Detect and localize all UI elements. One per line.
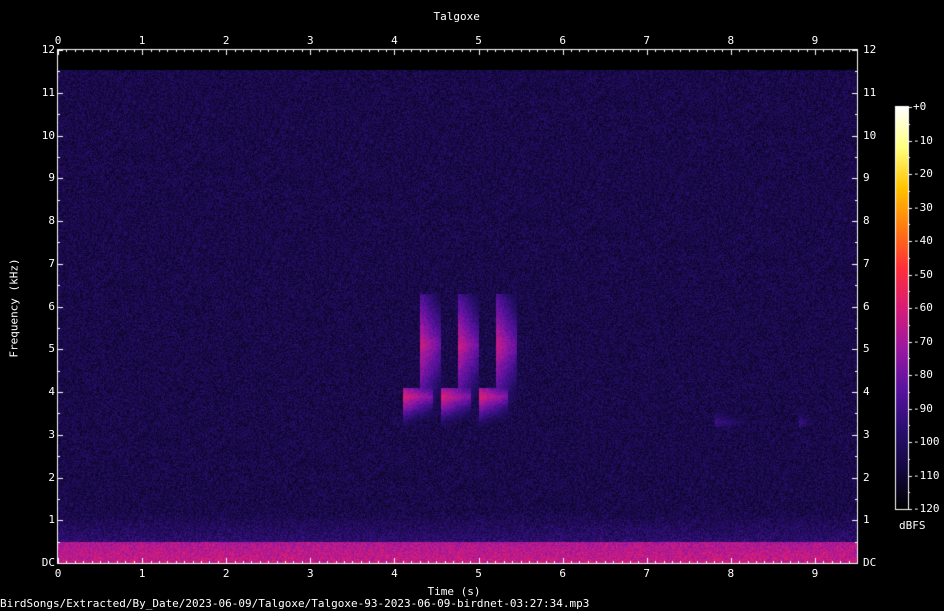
y-tick-label-left: 2 — [48, 470, 56, 484]
file-path: BirdSongs/Extracted/By_Date/2023-06-09/T… — [0, 597, 590, 610]
chart-title: Talgoxe — [433, 10, 480, 23]
y-tick-label-left: 1 — [48, 513, 56, 527]
y-tick-label-right: 10 — [863, 128, 877, 142]
y-tick-label-right: 12 — [863, 43, 877, 56]
colorbar-label: dBFS — [899, 519, 926, 532]
y-tick-label-left: 11 — [41, 85, 56, 99]
x-tick-label-top: 2 — [222, 34, 230, 47]
x-tick-label-bottom: 1 — [138, 567, 146, 580]
y-tick-label-right: DC — [863, 556, 877, 569]
x-tick-label-top: 8 — [727, 34, 735, 47]
x-tick-label-bottom: 9 — [811, 567, 819, 580]
colorbar-tick-label: -20 — [913, 167, 933, 180]
y-axis-label: Frequency (kHz) — [7, 258, 21, 358]
colorbar-tick-label: -50 — [913, 267, 933, 281]
colorbar-tick-label: -120 — [913, 502, 940, 515]
x-tick-label-top: 3 — [307, 34, 314, 47]
y-tick-label-left: 7 — [48, 256, 56, 270]
x-tick-label-bottom: 4 — [391, 567, 398, 580]
colorbar-tick-label: -60 — [913, 301, 933, 314]
colorbar-tick-label: -30 — [913, 200, 933, 214]
y-tick-label-right: 1 — [863, 513, 870, 527]
colorbar-tick-label: -110 — [913, 468, 940, 482]
y-tick-label-left: 12 — [41, 43, 56, 56]
x-tick-label-top: 7 — [643, 34, 651, 47]
x-tick-label-top: 4 — [391, 34, 398, 47]
y-tick-label-left: 4 — [48, 385, 56, 398]
x-tick-label-bottom: 5 — [475, 567, 482, 580]
x-tick-label-bottom: 2 — [222, 567, 230, 580]
x-tick-label-bottom: 3 — [307, 567, 314, 580]
y-tick-label-left: 5 — [48, 342, 56, 356]
y-tick-label-left: 3 — [48, 427, 56, 441]
y-tick-label-right: 8 — [863, 214, 870, 227]
x-tick-label-top: 9 — [811, 34, 819, 47]
y-tick-label-right: 4 — [863, 385, 870, 398]
x-tick-label-top: 0 — [54, 34, 62, 47]
x-tick-label-bottom: 0 — [54, 567, 62, 580]
y-tick-label-right: 3 — [863, 427, 870, 441]
y-tick-label-right: 11 — [863, 85, 877, 99]
spectrogram-canvas — [0, 0, 944, 611]
colorbar-tick-label: -100 — [913, 435, 940, 448]
y-tick-label-right: 5 — [863, 342, 870, 356]
y-tick-label-right: 6 — [863, 299, 870, 313]
colorbar-tick-label: -70 — [913, 334, 933, 348]
x-tick-label-bottom: 6 — [559, 567, 566, 580]
y-tick-label-left: DC — [41, 556, 56, 569]
y-tick-label-left: 6 — [48, 299, 56, 313]
x-tick-label-top: 6 — [559, 34, 566, 47]
colorbar-tick-label: -10 — [913, 133, 933, 147]
colorbar-tick-label: -40 — [913, 234, 933, 247]
colorbar-tick-label: +0 — [913, 100, 927, 113]
colorbar-tick-label: -80 — [913, 368, 933, 381]
x-tick-label-bottom: 8 — [727, 567, 735, 580]
y-tick-label-left: 10 — [41, 128, 56, 142]
x-tick-label-top: 5 — [475, 34, 482, 47]
x-tick-label-top: 1 — [138, 34, 146, 47]
y-tick-label-left: 9 — [48, 171, 56, 185]
y-tick-label-left: 8 — [48, 214, 56, 227]
x-tick-label-bottom: 7 — [643, 567, 651, 580]
y-tick-label-right: 9 — [863, 171, 870, 185]
y-tick-label-right: 2 — [863, 470, 870, 484]
y-tick-label-right: 7 — [863, 256, 870, 270]
colorbar-tick-label: -90 — [913, 401, 933, 415]
